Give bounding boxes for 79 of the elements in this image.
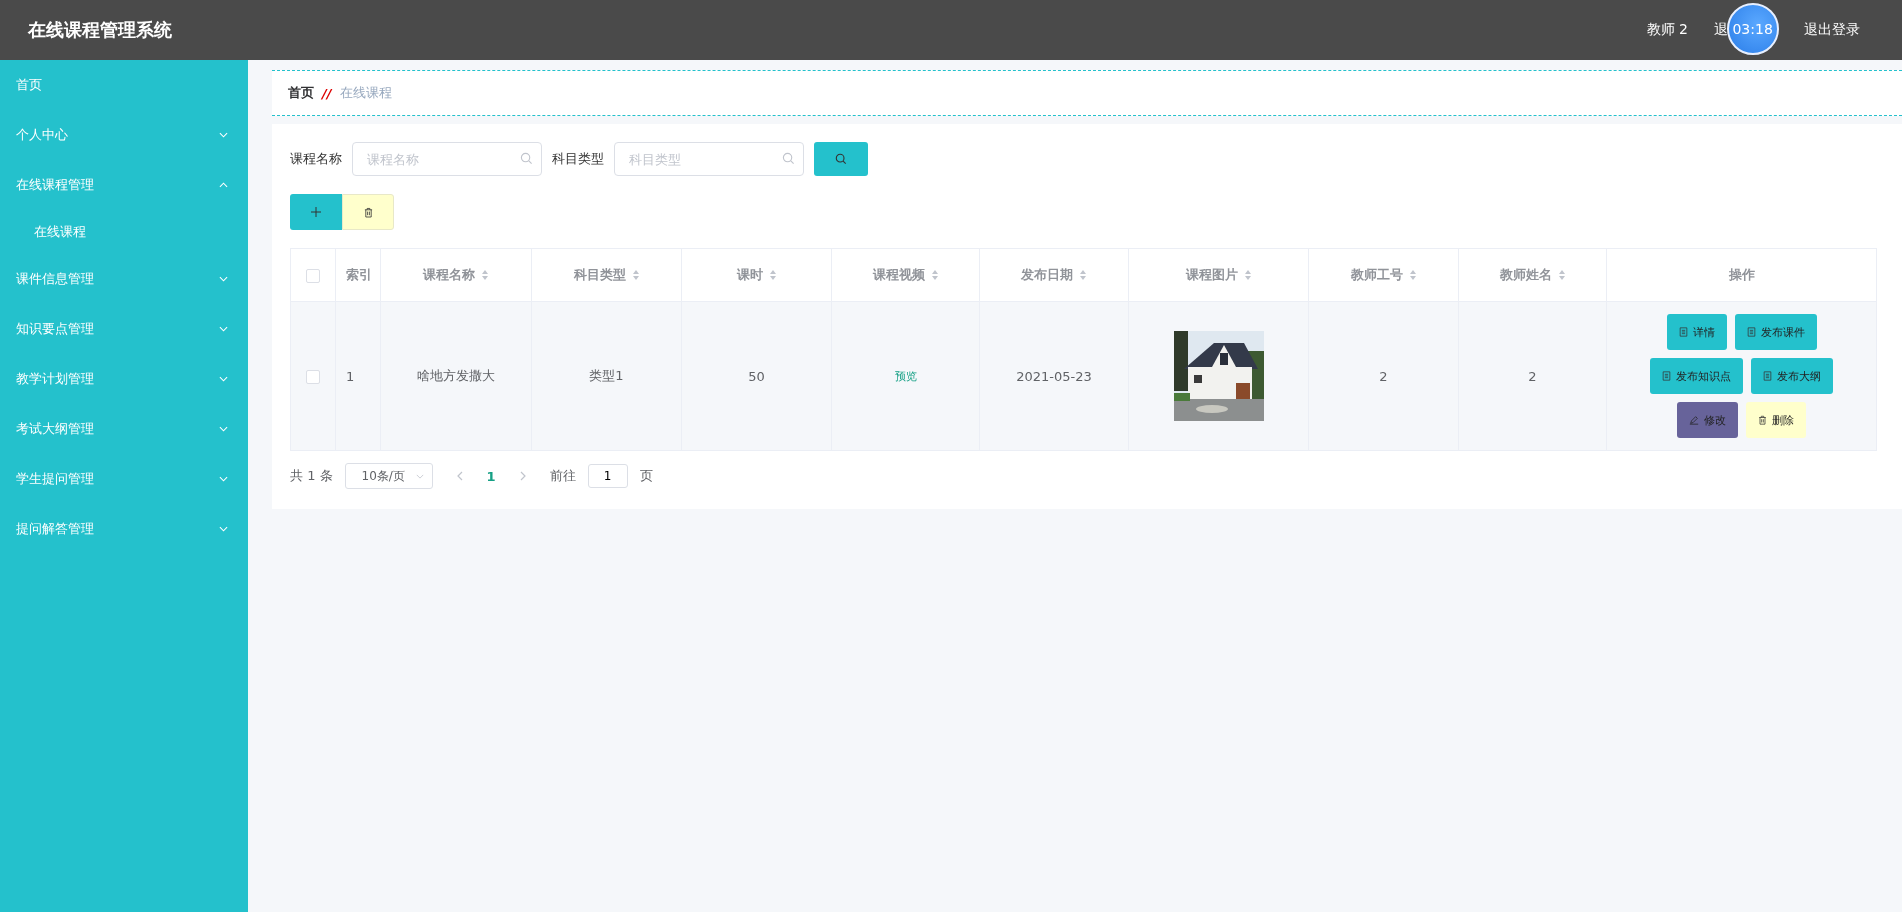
sidebar-item[interactable]: 在线课程管理 [0,160,248,210]
action-button[interactable]: 修改 [1677,402,1738,438]
caret-icon [415,473,424,479]
delete-button[interactable] [342,194,394,230]
breadcrumb-home[interactable]: 首页 [288,84,314,102]
table-cell: 类型1 [589,368,624,383]
document-icon [1746,327,1756,337]
sidebar-item[interactable]: 课件信息管理 [0,254,248,304]
sort-icon[interactable] [1408,269,1417,281]
column-header: 发布日期 [1021,266,1073,284]
sort-icon[interactable] [930,269,939,281]
column-header: 索引 [346,266,372,284]
table-cell: 2 [1528,368,1537,384]
search-field[interactable]: 科目类型 [614,142,804,176]
document-icon [1662,371,1671,381]
sort-icon[interactable] [481,269,489,281]
page-input[interactable]: 1 [587,464,628,488]
table-cell: 2021-05-23 [1016,368,1092,384]
timer-bubble: 03:18 [1726,3,1779,55]
next-page-icon[interactable] [519,471,526,481]
sort-icon[interactable] [1557,269,1566,281]
search-icon [520,152,533,165]
logout-link[interactable]: 退出登录 [1804,21,1860,39]
page-suffix: 页 [639,467,653,485]
action-button[interactable]: 详情 [1666,314,1727,350]
app-title: 在线课程管理系统 [28,18,172,42]
column-header: 教师姓名 [1499,266,1552,284]
sidebar-item[interactable]: 首页 [0,60,248,110]
goto-label: 前往 [549,467,576,485]
trash-icon [363,206,373,218]
column-header: 教师工号 [1350,266,1403,284]
search-icon [835,153,847,165]
pencil-icon [1689,415,1699,425]
sort-icon[interactable] [1243,269,1252,281]
column-header: 课程名称 [423,266,475,284]
table-cell: 2 [1379,368,1388,384]
action-button[interactable]: 删除 [1746,402,1806,438]
action-button[interactable]: 发布知识点 [1650,358,1743,394]
breadcrumb-current: 在线课程 [339,84,392,102]
search-icon [782,152,795,165]
page-number[interactable]: 1 [486,468,496,484]
breadcrumb-separator: // [322,85,332,101]
document-icon [1763,371,1772,381]
column-header: 课时 [736,266,763,284]
sidebar-item[interactable]: 个人中心 [0,110,248,160]
page-size-select[interactable]: 10条/页 [344,463,433,489]
total-count: 共 1 条 [290,467,333,485]
table-cell: 1 [346,368,355,384]
table-cell: 啥地方发撒大 [417,368,495,383]
column-header: 课程图片 [1185,266,1238,284]
sidebar-item[interactable]: 提问解答管理 [0,504,248,554]
sort-icon[interactable] [768,269,777,281]
user-name: 教师 2 [1646,21,1688,39]
search-button[interactable] [814,142,868,176]
row-checkbox[interactable] [306,369,320,384]
previous-page-icon[interactable] [456,471,463,481]
action-button[interactable]: 发布课件 [1734,314,1817,350]
column-header: 科目类型 [573,266,626,284]
field-label: 科目类型 [552,150,604,168]
sidebar-item[interactable]: 学生提问管理 [0,454,248,504]
sidebar-item[interactable]: 考试大纲管理 [0,404,248,454]
trash-icon [1758,415,1767,425]
sidebar-subitem[interactable]: 在线课程 [0,210,248,254]
document-icon [1678,327,1688,337]
sidebar-item[interactable]: 知识要点管理 [0,304,248,354]
sidebar-item[interactable]: 教学计划管理 [0,354,248,404]
field-label: 课程名称 [290,150,342,168]
sort-icon[interactable] [631,269,640,281]
search-field[interactable]: 课程名称 [352,142,542,176]
add-button[interactable] [290,194,342,230]
table-cell: 50 [748,368,765,384]
select-all-checkbox[interactable] [306,268,320,283]
preview-link[interactable]: 预览 [894,370,917,383]
header-link[interactable]: 退 [1714,21,1728,39]
plus-icon [311,207,321,217]
column-header: 操作 [1728,266,1755,284]
sort-icon[interactable] [1079,269,1087,281]
action-button[interactable]: 发布大纲 [1751,358,1833,394]
column-header: 课程视频 [872,266,925,284]
